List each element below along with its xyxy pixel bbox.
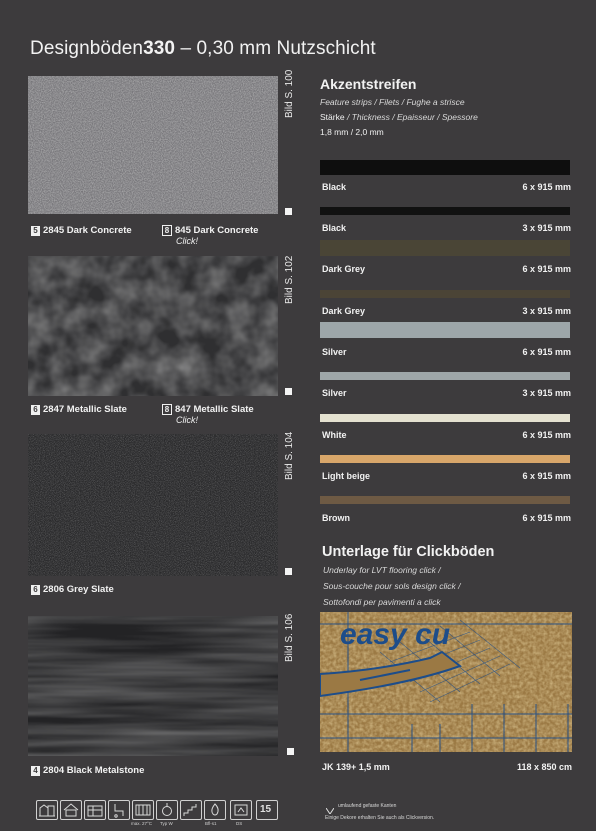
black-metalstone-swatch — [28, 616, 278, 756]
strip-dark-grey-3 — [320, 290, 570, 298]
select-checkbox[interactable] — [285, 568, 292, 575]
building-icon — [36, 800, 58, 820]
strip-size: 6 x 915 mm — [522, 513, 571, 523]
heating-label: max. 27°C — [131, 821, 153, 826]
strip-name: Black — [322, 223, 347, 233]
bevel-note: umlaufend gefaste Kanten — [338, 803, 397, 809]
bild-reference: Bild S. 102 — [284, 255, 295, 304]
strip-light-beige-6 — [320, 455, 570, 463]
emission-icon — [230, 800, 252, 820]
castor-label: Typ W — [160, 821, 173, 826]
strip-brown-6 — [320, 496, 570, 504]
select-checkbox[interactable] — [285, 208, 292, 215]
thickness-label: Stärke / Thickness / Epaisseur / Spessor… — [320, 112, 478, 122]
strip-name: Silver — [322, 347, 347, 357]
strip-size: 6 x 915 mm — [522, 430, 571, 440]
underlay-product-photo: easy cu — [320, 612, 572, 752]
bild-reference: Bild S. 104 — [284, 431, 295, 480]
bevel-edge-icon — [325, 801, 335, 815]
thickness-values: 1,8 mm / 2,0 mm — [320, 127, 384, 137]
strip-silver-6 — [320, 322, 570, 338]
product-caption: 6 2806 Grey Slate — [31, 584, 114, 595]
underlay-translation-fr: Sous-couche pour sols design click / — [323, 581, 461, 591]
underlay-title: Unterlage für Clickböden — [322, 544, 495, 560]
strip-name: Black — [322, 182, 347, 192]
strip-name: White — [322, 430, 347, 440]
fire-label: Bfl-s1 — [205, 821, 217, 826]
strip-name: Light beige — [322, 471, 370, 481]
strip-size: 6 x 915 mm — [522, 347, 571, 357]
strip-size: 3 x 915 mm — [522, 306, 571, 316]
strip-dark-grey-6 — [320, 240, 570, 256]
home-icon — [60, 800, 82, 820]
strip-size: 3 x 915 mm — [522, 223, 571, 233]
fire-icon — [204, 800, 226, 820]
underlay-translation-en: Underlay for LVT flooring click / — [323, 565, 441, 575]
product-caption-click: 8 845 Dark Concrete Click! — [162, 225, 258, 246]
strip-size: 3 x 915 mm — [522, 388, 571, 398]
underlay-size: 118 x 850 cm — [516, 762, 572, 772]
stairs-icon — [180, 800, 202, 820]
strip-name: Dark Grey — [322, 306, 366, 316]
product-caption-click: 8 847 Metallic Slate Click! — [162, 404, 254, 425]
bild-reference: Bild S. 106 — [284, 613, 295, 662]
heating-icon — [132, 800, 154, 820]
strip-name: Brown — [322, 513, 350, 523]
underlay-photo-text: easy cu — [340, 618, 450, 651]
underlay-translation-it: Sottofondi per pavimenti a click — [323, 597, 441, 607]
building-large-icon — [84, 800, 106, 820]
strip-silver-3 — [320, 372, 570, 380]
strip-size: 6 x 915 mm — [522, 264, 571, 274]
product-caption: 5 2845 Dark Concrete — [31, 225, 132, 236]
castor-icon — [156, 800, 178, 820]
page-title: Designböden330 – 0,30 mm Nutzschicht — [30, 38, 376, 59]
strip-size: 6 x 915 mm — [522, 182, 571, 192]
accent-translations: Feature strips / Filets / Fughe a strisc… — [320, 97, 465, 107]
metallic-slate-swatch — [28, 256, 278, 396]
product-caption: 6 2847 Metallic Slate — [31, 404, 127, 415]
warranty-icon: 15 — [256, 800, 278, 820]
strip-black-3 — [320, 207, 570, 215]
underlay-caption: JK 139+ 1,5 mm — [322, 762, 390, 772]
bild-reference: Bild S. 100 — [284, 69, 295, 118]
chair-icon — [108, 800, 130, 820]
strip-white-6 — [320, 414, 570, 422]
product-caption: 4 2804 Black Metalstone — [31, 765, 144, 776]
warranty-years: 15 — [260, 804, 272, 815]
strip-name: Dark Grey — [322, 264, 366, 274]
select-checkbox[interactable] — [285, 388, 292, 395]
dark-concrete-swatch — [28, 76, 278, 214]
grey-slate-swatch — [28, 434, 278, 576]
strip-black-6 — [320, 160, 570, 175]
strip-size: 6 x 915 mm — [522, 471, 571, 481]
click-version-note: Einige Dekore erhalten Sie auch als Clic… — [325, 815, 435, 821]
strip-name: Silver — [322, 388, 347, 398]
accent-strips-title: Akzentstreifen — [320, 76, 417, 92]
select-checkbox[interactable] — [287, 748, 294, 755]
emission-label: DS — [236, 821, 243, 826]
